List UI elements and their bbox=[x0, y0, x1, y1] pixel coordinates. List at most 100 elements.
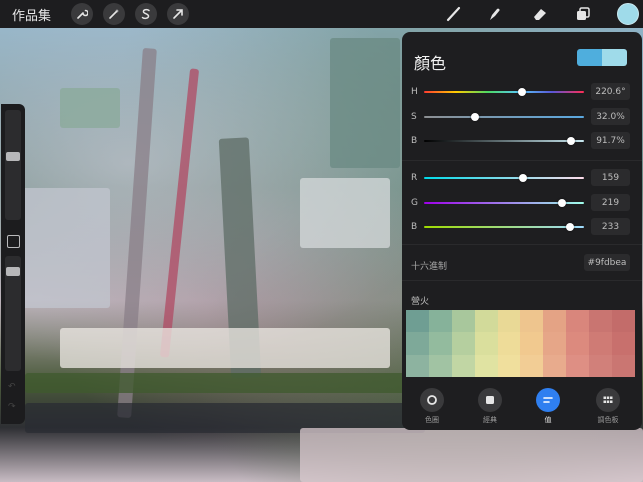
modify-button[interactable] bbox=[7, 235, 20, 248]
palette-swatch[interactable] bbox=[451, 310, 475, 333]
palette-swatch[interactable] bbox=[428, 332, 452, 355]
hex-input[interactable]: #9fdbea bbox=[584, 254, 630, 271]
hue-slider[interactable] bbox=[424, 88, 584, 96]
palette-swatch[interactable] bbox=[543, 332, 567, 355]
palette-swatch[interactable] bbox=[520, 354, 544, 377]
saturation-handle[interactable] bbox=[471, 113, 480, 121]
blue-label: B bbox=[411, 222, 418, 232]
tab-value[interactable]: 值 bbox=[526, 382, 570, 425]
transform-arrow-icon[interactable] bbox=[167, 3, 190, 25]
brightness-value[interactable]: 91.7% bbox=[591, 132, 630, 149]
magic-wand-icon[interactable] bbox=[103, 3, 126, 25]
redo-icon[interactable]: ↷ bbox=[8, 402, 16, 412]
blue-handle[interactable] bbox=[565, 223, 574, 231]
brightness-handle[interactable] bbox=[566, 137, 575, 145]
color-history-swatch[interactable] bbox=[577, 49, 627, 66]
palette-swatch[interactable] bbox=[520, 332, 544, 355]
tab-label: 色圈 bbox=[425, 416, 439, 424]
hue-handle[interactable] bbox=[517, 88, 526, 96]
current-color-button[interactable] bbox=[617, 3, 639, 25]
red-slider[interactable] bbox=[424, 174, 584, 182]
palette-swatch[interactable] bbox=[589, 332, 613, 355]
palette-swatch[interactable] bbox=[566, 332, 590, 355]
tab-disc[interactable]: 色圈 bbox=[410, 382, 454, 425]
panel-title: 顏色 bbox=[414, 54, 447, 73]
palette-swatch[interactable] bbox=[406, 332, 429, 355]
paint-stroke bbox=[20, 188, 110, 308]
palette-swatch[interactable] bbox=[406, 310, 429, 333]
divider bbox=[402, 280, 642, 281]
divider bbox=[402, 244, 642, 245]
divider bbox=[402, 160, 642, 161]
palette-grid-icon bbox=[596, 388, 620, 412]
paint-stroke bbox=[159, 68, 200, 358]
palette-swatch[interactable] bbox=[497, 310, 521, 333]
palette-swatch[interactable] bbox=[451, 354, 475, 377]
selection-s-icon[interactable] bbox=[135, 3, 158, 25]
classic-square-icon bbox=[478, 388, 502, 412]
palette-swatch[interactable] bbox=[474, 354, 498, 377]
palette-swatch[interactable] bbox=[497, 354, 521, 377]
palette-swatch[interactable] bbox=[566, 354, 590, 377]
brightness-label: B bbox=[411, 136, 418, 146]
blue-slider[interactable] bbox=[424, 223, 584, 231]
wrench-icon[interactable] bbox=[71, 3, 94, 25]
palette-swatch[interactable] bbox=[566, 310, 590, 333]
palette-swatch[interactable] bbox=[543, 310, 567, 333]
blue-value[interactable]: 233 bbox=[591, 218, 630, 235]
green-label: G bbox=[411, 198, 418, 208]
tab-label: 調色板 bbox=[597, 416, 619, 424]
hue-label: H bbox=[411, 87, 418, 97]
palette-swatch[interactable] bbox=[428, 354, 452, 377]
value-sliders-icon bbox=[536, 388, 560, 412]
palette-swatch[interactable] bbox=[451, 332, 475, 355]
undo-icon[interactable]: ↶ bbox=[8, 382, 16, 392]
palette-swatch[interactable] bbox=[406, 354, 429, 377]
green-value[interactable]: 219 bbox=[591, 194, 630, 211]
eraser-icon[interactable] bbox=[529, 4, 551, 24]
red-value[interactable]: 159 bbox=[591, 169, 630, 186]
color-panel: 顏色 H 220.6° S 32.0% B 91.7% R 159 G 219 … bbox=[402, 32, 642, 430]
palette-swatch[interactable] bbox=[428, 310, 452, 333]
brush-size-slider[interactable] bbox=[5, 110, 21, 220]
layers-icon[interactable] bbox=[572, 4, 594, 24]
palette-swatch[interactable] bbox=[589, 354, 613, 377]
green-handle[interactable] bbox=[557, 199, 566, 207]
palette-swatch[interactable] bbox=[612, 354, 635, 377]
opacity-handle[interactable] bbox=[6, 267, 20, 276]
tab-classic[interactable]: 經典 bbox=[468, 382, 512, 425]
brightness-slider[interactable] bbox=[424, 137, 584, 145]
palette-grid bbox=[406, 310, 635, 377]
saturation-slider[interactable] bbox=[424, 113, 584, 121]
palette-swatch[interactable] bbox=[543, 354, 567, 377]
saturation-value[interactable]: 32.0% bbox=[591, 108, 630, 125]
current-color-swatch[interactable] bbox=[602, 49, 627, 66]
saturation-label: S bbox=[411, 112, 417, 122]
red-label: R bbox=[411, 173, 418, 183]
red-handle[interactable] bbox=[519, 174, 528, 182]
smudge-icon[interactable] bbox=[484, 4, 506, 24]
color-disc-icon bbox=[420, 388, 444, 412]
hue-value[interactable]: 220.6° bbox=[591, 83, 630, 100]
paint-stroke bbox=[330, 38, 400, 168]
palette-swatch[interactable] bbox=[612, 310, 635, 333]
palette-name: 營火 bbox=[411, 297, 430, 307]
brush-icon[interactable] bbox=[443, 4, 465, 24]
tab-label: 值 bbox=[544, 416, 552, 424]
palette-swatch[interactable] bbox=[520, 310, 544, 333]
top-toolbar: 作品集 bbox=[0, 0, 643, 28]
brush-size-handle[interactable] bbox=[6, 152, 20, 161]
palette-swatch[interactable] bbox=[474, 332, 498, 355]
previous-color-swatch[interactable] bbox=[577, 49, 602, 66]
green-slider[interactable] bbox=[424, 199, 584, 207]
palette-swatch[interactable] bbox=[589, 310, 613, 333]
paint-stroke bbox=[25, 373, 405, 393]
gallery-button[interactable]: 作品集 bbox=[12, 5, 51, 24]
palette-swatch[interactable] bbox=[612, 332, 635, 355]
paint-stroke bbox=[300, 178, 390, 248]
tab-palettes[interactable]: 調色板 bbox=[586, 382, 630, 425]
tab-label: 經典 bbox=[483, 416, 497, 424]
left-sidebar: ↶ ↷ bbox=[1, 104, 25, 424]
palette-swatch[interactable] bbox=[474, 310, 498, 333]
palette-swatch[interactable] bbox=[497, 332, 521, 355]
